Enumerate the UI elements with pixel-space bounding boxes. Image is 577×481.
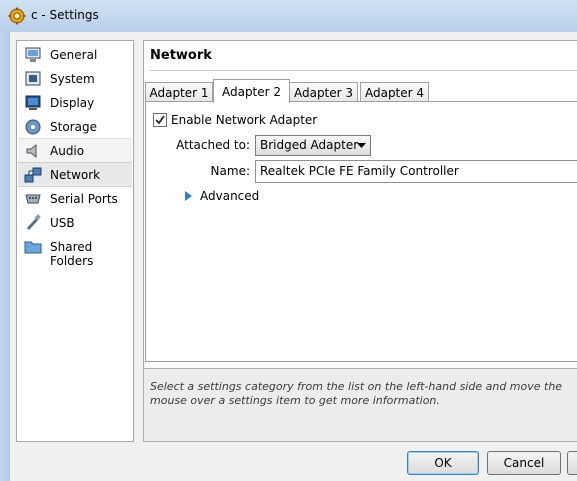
monitor-icon [25, 47, 41, 62]
adapter-name-combo[interactable]: Realtek PCIe FE Family Controller [255, 160, 577, 183]
tab-label: Adapter 4 [364, 86, 425, 100]
sidebar-item-label: General [50, 48, 98, 62]
serial-port-icon [25, 194, 41, 204]
tab-adapter-4[interactable]: Adapter 4 [360, 82, 429, 102]
expand-arrow-icon[interactable] [184, 191, 193, 201]
adapter-name-value: Realtek PCIe FE Family Controller [260, 164, 459, 178]
attached-to-label: Attached to: [176, 138, 250, 152]
sidebar-item-label: Serial Ports [50, 192, 118, 206]
tab-label: Adapter 1 [149, 86, 209, 100]
info-text: Select a settings category from the list… [150, 380, 563, 407]
tab-label: Adapter 2 [221, 85, 282, 99]
chip-icon [25, 71, 41, 86]
sidebar-item-label: System [50, 72, 95, 86]
title-bar[interactable]: c - Settings [0, 0, 577, 32]
tab-adapter-2[interactable]: Adapter 2 [213, 79, 290, 103]
sidebar-item-usb[interactable]: USB [18, 211, 132, 234]
cancel-button[interactable]: Cancel [487, 451, 561, 475]
gear-icon [8, 7, 26, 25]
sidebar-item-label: Display [50, 96, 95, 110]
window-frame [0, 32, 10, 481]
sidebar-item-system[interactable]: System [18, 67, 132, 90]
sidebar-item-network[interactable]: Network [18, 162, 132, 187]
dropdown-arrow-icon [357, 143, 366, 148]
sidebar-item-shared-folders[interactable]: Shared Folders [18, 235, 132, 268]
usb-icon [26, 214, 41, 231]
sidebar-item-label: Network [50, 168, 101, 182]
tab-adapter-1[interactable]: Adapter 1 [145, 82, 213, 102]
sidebar-item-audio[interactable]: Audio [18, 138, 132, 163]
ok-button[interactable]: OK [407, 451, 479, 475]
settings-category-list[interactable]: General System Display Storage Audio Net… [16, 40, 134, 442]
sidebar-item-serial-ports[interactable]: Serial Ports [18, 187, 132, 210]
attached-to-select[interactable]: Bridged Adapter [255, 135, 371, 156]
adapter-name-label: Name: [210, 164, 250, 178]
speaker-icon [26, 143, 37, 159]
title-divider [150, 70, 577, 71]
tab-adapter-3[interactable]: Adapter 3 [289, 82, 358, 102]
attached-to-value: Bridged Adapter [260, 138, 359, 152]
help-button[interactable] [567, 451, 577, 475]
advanced-toggle[interactable]: Advanced [200, 189, 259, 203]
page-title: Network [150, 48, 212, 63]
enable-adapter-checkbox[interactable] [153, 113, 167, 127]
folder-icon [24, 241, 42, 254]
sidebar-item-storage[interactable]: Storage [18, 115, 132, 138]
checkmark-icon [155, 115, 165, 125]
sidebar-item-label: Audio [50, 144, 85, 158]
sidebar-item-general[interactable]: General [18, 43, 132, 66]
network-icon [24, 167, 42, 183]
sidebar-item-label: Storage [50, 120, 97, 134]
disk-icon [25, 119, 41, 135]
display-icon [25, 95, 41, 110]
sidebar-item-label: USB [50, 216, 75, 230]
window-title: c - Settings [31, 8, 99, 22]
sidebar-item-display[interactable]: Display [18, 91, 132, 114]
tab-label: Adapter 3 [293, 86, 354, 100]
sidebar-item-label: Shared Folders [50, 240, 94, 268]
enable-adapter-label[interactable]: Enable Network Adapter [171, 113, 317, 127]
